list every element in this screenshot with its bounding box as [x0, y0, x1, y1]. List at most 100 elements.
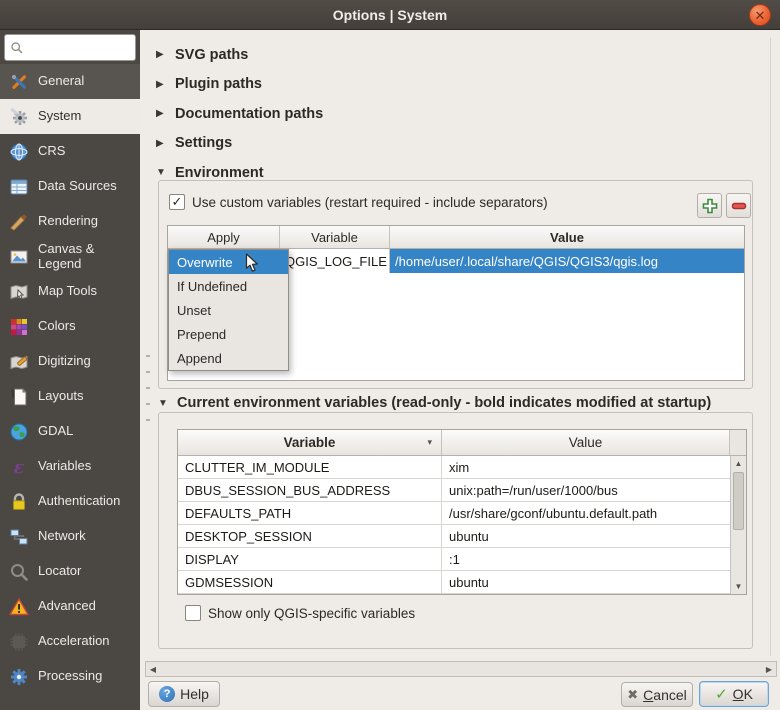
env-variable-row[interactable]: GDMSESSIONubuntu	[178, 571, 730, 594]
sidebar-item-layouts[interactable]: Layouts	[0, 379, 140, 414]
env-variable-row[interactable]: DEFAULTS_PATH/usr/share/gconf/ubuntu.def…	[178, 502, 730, 525]
column-header-value[interactable]: Value	[442, 430, 730, 455]
env-variable-value: :1	[442, 548, 730, 570]
env-variable-name: GDMSESSION	[178, 571, 442, 593]
dropdown-option-if-undefined[interactable]: If Undefined	[169, 274, 288, 298]
section-svg-paths[interactable]: ▶SVG paths	[156, 40, 323, 70]
sidebar-item-network[interactable]: Network	[0, 519, 140, 554]
dropdown-option-append[interactable]: Append	[169, 346, 288, 370]
scrollbar-corner	[730, 430, 746, 455]
sidebar-item-label: System	[38, 109, 81, 124]
cancel-button[interactable]: ✖ Cancel	[621, 682, 693, 707]
sidebar-item-general[interactable]: General	[0, 64, 140, 99]
env-variable-value: ubuntu	[442, 571, 730, 593]
sidebar-search[interactable]	[4, 34, 136, 61]
env-variable-row[interactable]: DESKTOP_SESSIONubuntu	[178, 525, 730, 548]
expanded-triangle-icon: ▼	[158, 398, 168, 409]
scroll-right-icon[interactable]: ▶	[762, 665, 776, 674]
scroll-left-icon[interactable]: ◀	[146, 665, 160, 674]
gdal-globe-icon	[8, 422, 30, 442]
env-variable-value: unix:path=/run/user/1000/bus	[442, 479, 730, 501]
cancel-label: Cancel	[643, 687, 687, 703]
section-label: Plugin paths	[175, 76, 262, 92]
sort-arrow-icon: ▾	[427, 437, 432, 448]
section-settings[interactable]: ▶Settings	[156, 129, 323, 159]
column-header-variable[interactable]: Variable	[280, 226, 390, 248]
horizontal-scrollbar[interactable]: ◀ ▶	[145, 661, 777, 677]
cancel-x-icon: ✖	[627, 687, 638, 703]
section-plugin-paths[interactable]: ▶ Plugin paths	[156, 70, 323, 100]
collapsed-triangle-icon: ▶	[156, 79, 166, 90]
minus-icon	[731, 198, 747, 214]
sidebar-item-system[interactable]: System	[0, 99, 140, 134]
close-icon[interactable]: ✕	[749, 4, 771, 26]
section-label: Documentation paths	[175, 106, 323, 122]
sidebar-item-label: Network	[38, 529, 86, 544]
collapsed-triangle-icon: ▶	[156, 138, 166, 149]
sidebar-item-label: Acceleration	[38, 634, 110, 649]
scrollbar-thumb[interactable]	[733, 472, 744, 530]
env-variable-row[interactable]: DISPLAY:1	[178, 548, 730, 571]
sidebar-item-data-sources[interactable]: Data Sources	[0, 169, 140, 204]
scroll-up-icon[interactable]: ▲	[731, 459, 746, 468]
sidebar-item-label: Processing	[38, 669, 102, 684]
sidebar-item-locator[interactable]: Locator	[0, 554, 140, 589]
dropdown-option-unset[interactable]: Unset	[169, 298, 288, 322]
network-icon	[8, 527, 30, 547]
dropdown-option-overwrite[interactable]: Overwrite	[169, 250, 288, 274]
environment-groupbox: ✓ Use custom variables (restart required…	[158, 180, 753, 389]
sidebar-item-colors[interactable]: Colors	[0, 309, 140, 344]
env-variable-name: DEFAULTS_PATH	[178, 502, 442, 524]
vertical-scrollbar[interactable]: ▲ ▼	[730, 456, 746, 594]
sidebar-item-label: Variables	[38, 459, 91, 474]
sidebar-item-variables[interactable]: εVariables	[0, 449, 140, 484]
custom-variables-header: ApplyVariableValue	[168, 226, 744, 249]
ok-button[interactable]: ✓ OK	[699, 681, 769, 707]
sidebar-item-label: Locator	[38, 564, 81, 579]
variable-cell[interactable]: QGIS_LOG_FILE	[280, 249, 390, 273]
use-custom-variables-label: Use custom variables (restart required -…	[192, 195, 548, 210]
current-env-title: Current environment variables (read-only…	[177, 395, 711, 411]
scroll-down-icon[interactable]: ▼	[731, 582, 746, 591]
current-env-section-header[interactable]: ▼ Current environment variables (read-on…	[158, 395, 711, 411]
sidebar-item-digitizing[interactable]: Digitizing	[0, 344, 140, 379]
current-env-table[interactable]: Variable ▾ Value CLUTTER_IM_MODULEximDBU…	[177, 429, 747, 595]
collapsed-triangle-icon: ▶	[156, 108, 166, 119]
column-header-apply[interactable]: Apply	[168, 226, 280, 248]
search-input[interactable]	[27, 40, 127, 55]
show-only-row: Show only QGIS-specific variables	[185, 605, 415, 621]
env-variable-name: DBUS_SESSION_BUS_ADDRESS	[178, 479, 442, 501]
help-label: Help	[180, 686, 209, 702]
palette-icon	[8, 317, 30, 337]
sidebar-item-authentication[interactable]: Authentication	[0, 484, 140, 519]
sidebar: General System CRS Data SourcesRenderingCan…	[0, 30, 140, 710]
sidebar-item-acceleration[interactable]: Acceleration	[0, 624, 140, 659]
dropdown-option-prepend[interactable]: Prepend	[169, 322, 288, 346]
sidebar-item-label: CRS	[38, 144, 65, 159]
value-cell[interactable]: /home/user/.local/share/QGIS/QGIS3/qgis.…	[390, 249, 744, 273]
show-only-qgis-checkbox[interactable]	[185, 605, 201, 621]
sidebar-item-rendering[interactable]: Rendering	[0, 204, 140, 239]
sidebar-item-processing[interactable]: Processing	[0, 659, 140, 694]
collapsed-triangle-icon: ▶	[156, 49, 166, 60]
column-header-variable[interactable]: Variable ▾	[178, 430, 442, 455]
plus-icon	[702, 198, 718, 214]
env-variable-row[interactable]: DBUS_SESSION_BUS_ADDRESSunix:path=/run/u…	[178, 479, 730, 502]
tools-icon	[8, 72, 30, 92]
use-custom-variables-checkbox[interactable]: ✓	[169, 194, 185, 210]
sidebar-item-canvas-legend[interactable]: Canvas & Legend	[0, 239, 140, 274]
section-documentation-paths[interactable]: ▶ Documentation paths	[156, 99, 323, 129]
add-variable-button[interactable]	[697, 193, 722, 218]
splitter-handle[interactable]	[146, 355, 150, 433]
layouts-icon	[8, 387, 30, 407]
sidebar-item-crs[interactable]: CRS	[0, 134, 140, 169]
sidebar-item-gdal[interactable]: GDAL	[0, 414, 140, 449]
column-header-value[interactable]: Value	[390, 226, 744, 248]
help-button[interactable]: ? Help	[148, 681, 220, 707]
env-variable-row[interactable]: CLUTTER_IM_MODULExim	[178, 456, 730, 479]
env-variable-value: /usr/share/gconf/ubuntu.default.path	[442, 502, 730, 524]
remove-variable-button[interactable]	[726, 193, 751, 218]
sidebar-item-map-tools[interactable]: Map Tools	[0, 274, 140, 309]
ok-label: OK	[733, 686, 753, 702]
sidebar-item-advanced[interactable]: Advanced	[0, 589, 140, 624]
